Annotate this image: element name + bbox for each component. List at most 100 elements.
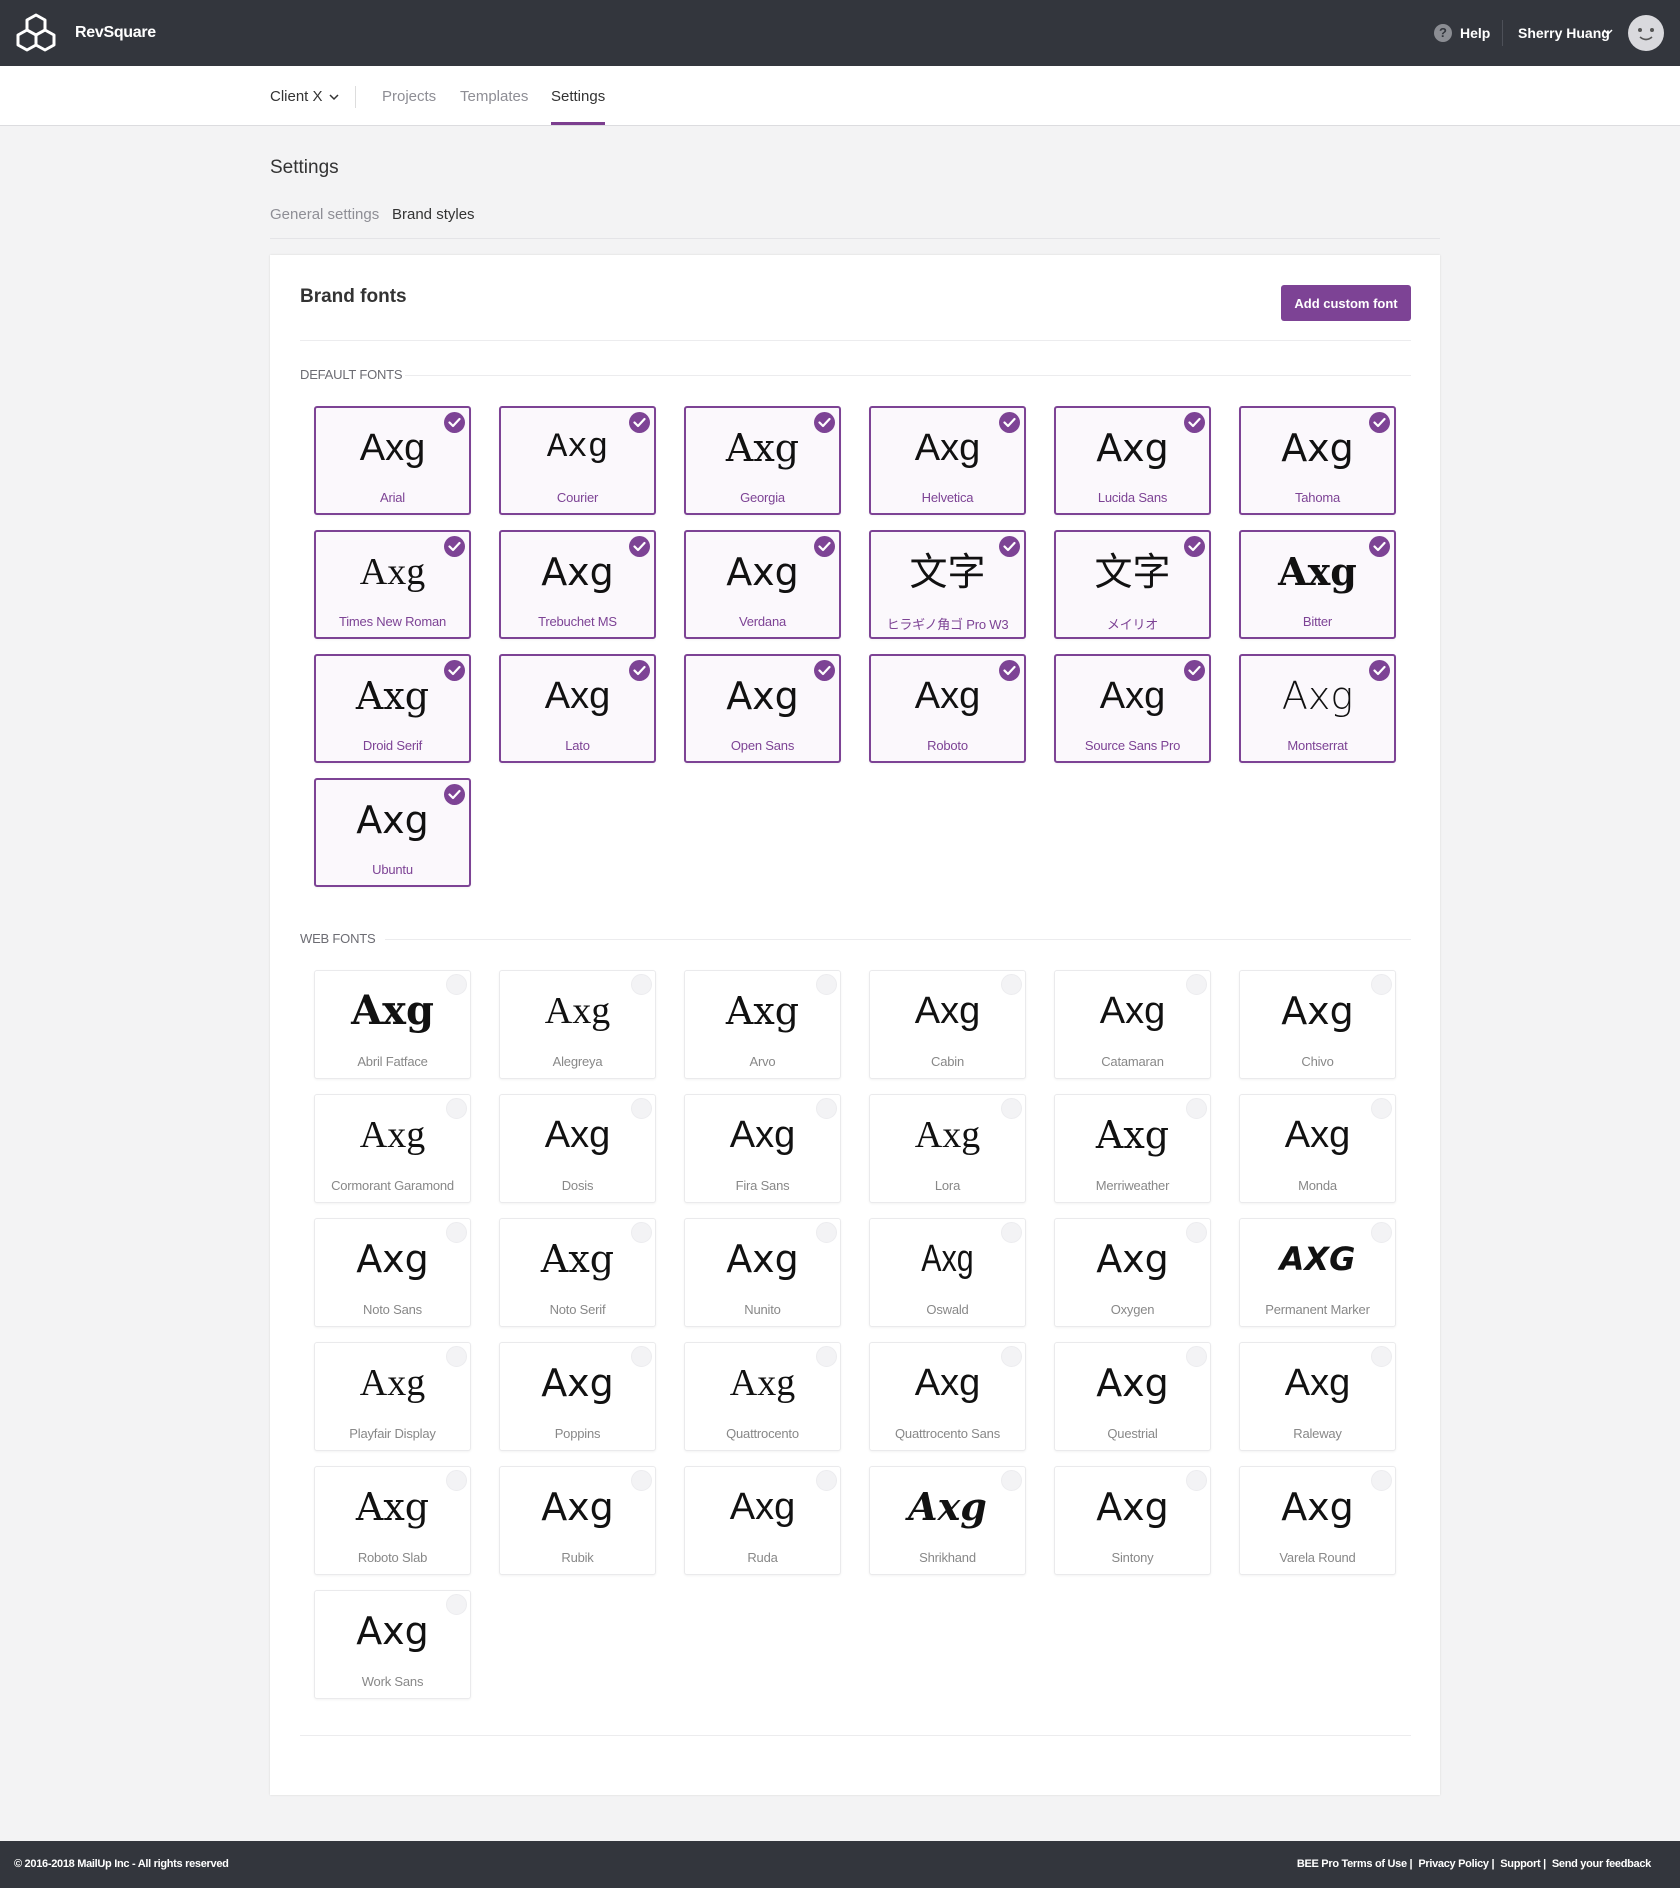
font-card-montserrat[interactable]: Axg Montserrat (1239, 654, 1396, 763)
check-circle-icon[interactable] (999, 536, 1020, 557)
check-circle-icon[interactable] (1371, 1346, 1392, 1367)
font-card-times-new-roman[interactable]: Axg Times New Roman (314, 530, 471, 639)
font-card-oxygen[interactable]: Axg Oxygen (1054, 1218, 1211, 1327)
font-card-catamaran[interactable]: Axg Catamaran (1054, 970, 1211, 1079)
check-circle-icon[interactable] (1001, 1098, 1022, 1119)
font-card-lora[interactable]: Axg Lora (869, 1094, 1026, 1203)
font-card-courier[interactable]: Axg Courier (499, 406, 656, 515)
check-circle-icon[interactable] (444, 536, 465, 557)
check-circle-icon[interactable] (999, 660, 1020, 681)
check-circle-icon[interactable] (446, 1594, 467, 1615)
check-circle-icon[interactable] (444, 784, 465, 805)
footer-link-privacy[interactable]: Privacy Policy | (1418, 1858, 1494, 1870)
check-circle-icon[interactable] (1001, 1470, 1022, 1491)
font-card-trebuchet-ms[interactable]: Axg Trebuchet MS (499, 530, 656, 639)
check-circle-icon[interactable] (629, 412, 650, 433)
check-circle-icon[interactable] (631, 1098, 652, 1119)
font-card-lucida-sans[interactable]: Axg Lucida Sans (1054, 406, 1211, 515)
check-circle-icon[interactable] (814, 660, 835, 681)
check-circle-icon[interactable] (1184, 660, 1205, 681)
font-card-cormorant-garamond[interactable]: Axg Cormorant Garamond (314, 1094, 471, 1203)
chevron-down-icon[interactable] (1602, 26, 1614, 38)
avatar[interactable] (1628, 15, 1664, 51)
font-card-open-sans[interactable]: Axg Open Sans (684, 654, 841, 763)
check-circle-icon[interactable] (444, 660, 465, 681)
check-circle-icon[interactable] (816, 1470, 837, 1491)
font-card-noto-sans[interactable]: Axg Noto Sans (314, 1218, 471, 1327)
font-card-roboto-slab[interactable]: Axg Roboto Slab (314, 1466, 471, 1575)
font-card-fira-sans[interactable]: Axg Fira Sans (684, 1094, 841, 1203)
footer-link-feedback[interactable]: Send your feedback (1552, 1858, 1651, 1870)
font-card-monda[interactable]: Axg Monda (1239, 1094, 1396, 1203)
cube-logo-icon[interactable] (14, 12, 58, 56)
add-custom-font-button[interactable]: Add custom font (1281, 285, 1411, 321)
check-circle-icon[interactable] (816, 1098, 837, 1119)
nav-settings[interactable]: Settings (551, 88, 605, 105)
font-card-quattrocento-sans[interactable]: Axg Quattrocento Sans (869, 1342, 1026, 1451)
check-circle-icon[interactable] (1186, 1098, 1207, 1119)
check-circle-icon[interactable] (816, 974, 837, 995)
font-card-source-sans-pro[interactable]: Axg Source Sans Pro (1054, 654, 1211, 763)
font-card-noto-serif[interactable]: Axg Noto Serif (499, 1218, 656, 1327)
font-card-varela-round[interactable]: Axg Varela Round (1239, 1466, 1396, 1575)
font-card-oswald[interactable]: Axg Oswald (869, 1218, 1026, 1327)
font-card-permanent-marker[interactable]: AXG Permanent Marker (1239, 1218, 1396, 1327)
user-menu[interactable]: Sherry Huang (1518, 25, 1610, 41)
check-circle-icon[interactable] (444, 412, 465, 433)
font-card-sintony[interactable]: Axg Sintony (1054, 1466, 1211, 1575)
font-card-ubuntu[interactable]: Axg Ubuntu (314, 778, 471, 887)
font-card-lato[interactable]: Axg Lato (499, 654, 656, 763)
font-card-roboto[interactable]: Axg Roboto (869, 654, 1026, 763)
font-card-cabin[interactable]: Axg Cabin (869, 970, 1026, 1079)
nav-projects[interactable]: Projects (382, 88, 436, 105)
check-circle-icon[interactable] (1184, 536, 1205, 557)
check-circle-icon[interactable] (446, 974, 467, 995)
help-link[interactable]: Help (1460, 25, 1490, 41)
check-circle-icon[interactable] (814, 536, 835, 557)
check-circle-icon[interactable] (1371, 974, 1392, 995)
check-circle-icon[interactable] (1184, 412, 1205, 433)
check-circle-icon[interactable] (1001, 1222, 1022, 1243)
check-circle-icon[interactable] (1371, 1098, 1392, 1119)
font-card-nunito[interactable]: Axg Nunito (684, 1218, 841, 1327)
font-card-georgia[interactable]: Axg Georgia (684, 406, 841, 515)
font-card-playfair-display[interactable]: Axg Playfair Display (314, 1342, 471, 1451)
check-circle-icon[interactable] (446, 1346, 467, 1367)
check-circle-icon[interactable] (446, 1470, 467, 1491)
font-card-poppins[interactable]: Axg Poppins (499, 1342, 656, 1451)
check-circle-icon[interactable] (816, 1222, 837, 1243)
font-card-merriweather[interactable]: Axg Merriweather (1054, 1094, 1211, 1203)
client-selector[interactable]: Client X (270, 88, 323, 105)
check-circle-icon[interactable] (631, 1346, 652, 1367)
font-card-pro-w3[interactable]: 文字 ヒラギノ角ゴ Pro W3 (869, 530, 1026, 639)
footer-link-support[interactable]: Support | (1500, 1858, 1546, 1870)
font-card-chivo[interactable]: Axg Chivo (1239, 970, 1396, 1079)
check-circle-icon[interactable] (629, 660, 650, 681)
font-card-ruda[interactable]: Axg Ruda (684, 1466, 841, 1575)
nav-templates[interactable]: Templates (460, 88, 528, 105)
font-card-font-10[interactable]: 文字 メイリオ (1054, 530, 1211, 639)
check-circle-icon[interactable] (631, 974, 652, 995)
font-card-rubik[interactable]: Axg Rubik (499, 1466, 656, 1575)
help-icon[interactable]: ? (1434, 24, 1452, 42)
check-circle-icon[interactable] (446, 1098, 467, 1119)
font-card-raleway[interactable]: Axg Raleway (1239, 1342, 1396, 1451)
font-card-quattrocento[interactable]: Axg Quattrocento (684, 1342, 841, 1451)
tab-brand-styles[interactable]: Brand styles (392, 206, 475, 223)
check-circle-icon[interactable] (1369, 536, 1390, 557)
font-card-arial[interactable]: Axg Arial (314, 406, 471, 515)
check-circle-icon[interactable] (446, 1222, 467, 1243)
font-card-verdana[interactable]: Axg Verdana (684, 530, 841, 639)
check-circle-icon[interactable] (816, 1346, 837, 1367)
font-card-work-sans[interactable]: Axg Work Sans (314, 1590, 471, 1699)
check-circle-icon[interactable] (1186, 1470, 1207, 1491)
check-circle-icon[interactable] (814, 412, 835, 433)
check-circle-icon[interactable] (631, 1222, 652, 1243)
brand-name[interactable]: RevSquare (75, 24, 156, 42)
check-circle-icon[interactable] (1369, 660, 1390, 681)
check-circle-icon[interactable] (1369, 412, 1390, 433)
check-circle-icon[interactable] (1186, 1222, 1207, 1243)
check-circle-icon[interactable] (1371, 1470, 1392, 1491)
check-circle-icon[interactable] (1186, 1346, 1207, 1367)
font-card-helvetica[interactable]: Axg Helvetica (869, 406, 1026, 515)
